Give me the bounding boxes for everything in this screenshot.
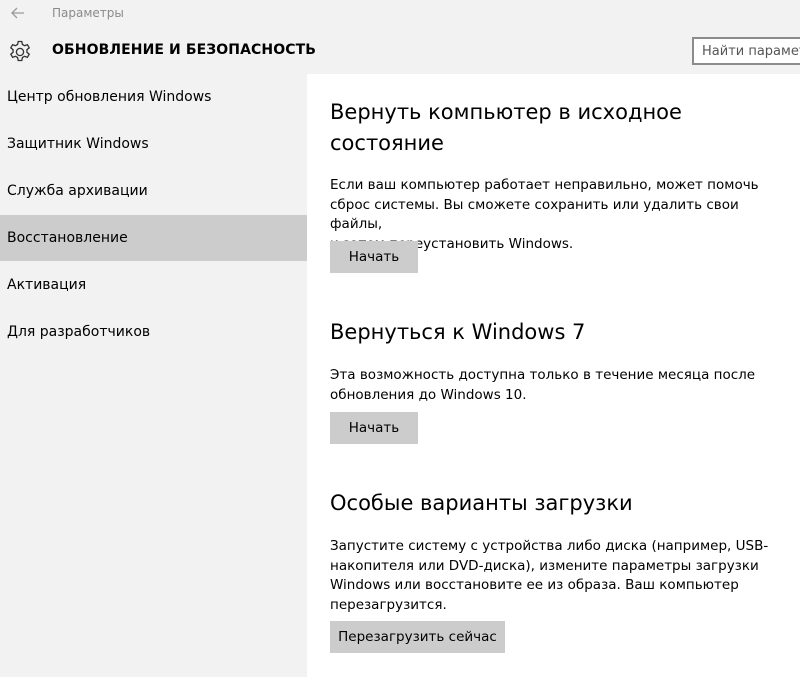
sidebar-item-windows-update[interactable]: Центр обновления Windows <box>0 74 307 120</box>
section-heading: состояние <box>330 131 444 155</box>
description-line: Эта возможность доступна только в течени… <box>330 367 756 383</box>
section-heading: Особые варианты загрузки <box>330 491 633 515</box>
section-heading: Вернуть компьютер в исходное <box>330 100 682 124</box>
description-line: Если ваш компьютер работает неправильно,… <box>330 177 759 193</box>
sidebar-item-developers[interactable]: Для разработчиков <box>0 309 307 355</box>
gear-icon <box>9 40 31 62</box>
advanced-startup-description: Запустите систему с устройства либо диск… <box>330 537 770 615</box>
section-heading: Вернуться к Windows 7 <box>330 320 586 344</box>
description-line: перезагрузится. <box>330 596 447 613</box>
title-bar: Параметры <box>0 0 800 28</box>
back-arrow-icon <box>11 7 24 19</box>
description-line: сброс системы. Вы сможете сохранить или … <box>330 196 739 233</box>
reset-pc-start-button[interactable]: Начать <box>330 241 418 273</box>
back-button[interactable] <box>6 3 30 23</box>
page-header: ОБНОВЛЕНИЕ И БЕЗОПАСНОСТЬ <box>0 28 800 74</box>
description-line: Запустите систему с устройства либо диск… <box>330 538 769 554</box>
sidebar-item-activation[interactable]: Активация <box>0 262 307 308</box>
sidebar: Центр обновления Windows Защитник Window… <box>0 74 307 677</box>
restart-now-button[interactable]: Перезагрузить сейчас <box>330 621 505 653</box>
settings-window: Параметры ОБНОВЛЕНИЕ И БЕЗОПАСНОСТЬ Цент… <box>0 0 800 677</box>
go-back-start-button[interactable]: Начать <box>330 412 418 444</box>
sidebar-item-backup[interactable]: Служба архивации <box>0 168 307 214</box>
description-line: Windows или восстановите ее из образа. В… <box>330 577 739 593</box>
description-line: обновления до Windows 10. <box>330 386 527 403</box>
search-input[interactable] <box>692 37 800 65</box>
advanced-startup-section: Особые варианты загрузки <box>330 488 770 519</box>
sidebar-item-recovery[interactable]: Восстановление <box>0 215 307 261</box>
description-line: накопителя или DVD-диска), измените пара… <box>330 557 759 574</box>
reset-pc-section: Вернуть компьютер в исходное состояние <box>330 97 770 159</box>
page-title: ОБНОВЛЕНИЕ И БЕЗОПАСНОСТЬ <box>52 42 317 58</box>
sidebar-item-windows-defender[interactable]: Защитник Windows <box>0 121 307 167</box>
app-title: Параметры <box>52 6 124 20</box>
go-back-section: Вернуться к Windows 7 <box>330 317 770 348</box>
go-back-description: Эта возможность доступна только в течени… <box>330 366 770 405</box>
